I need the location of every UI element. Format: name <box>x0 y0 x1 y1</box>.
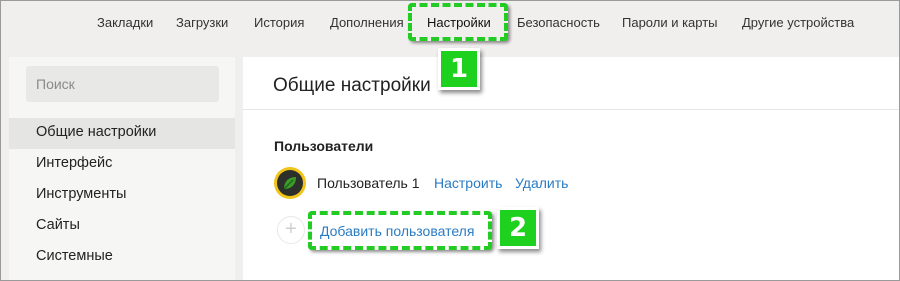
page-title: Общие настройки <box>273 75 431 96</box>
sidebar-item-general[interactable]: Общие настройки <box>9 118 235 149</box>
highlight-add-user <box>308 211 492 250</box>
highlight-settings-tab <box>408 3 508 41</box>
sidebar-item-sites[interactable]: Сайты <box>9 211 235 242</box>
nav-bookmarks[interactable]: Закладки <box>97 15 153 30</box>
search-input[interactable]: Поиск <box>26 66 219 102</box>
nav-passwords-cards[interactable]: Пароли и карты <box>622 15 718 30</box>
sidebar-item-interface[interactable]: Интерфейс <box>9 149 235 180</box>
user-name: Пользователь 1 <box>317 175 420 191</box>
plus-icon[interactable]: + <box>277 216 305 244</box>
step-badge-2: 2 <box>497 207 539 249</box>
nav-downloads[interactable]: Загрузки <box>176 15 228 30</box>
users-section-title: Пользователи <box>274 138 374 154</box>
leaf-avatar-icon <box>283 177 296 190</box>
configure-user-link[interactable]: Настроить <box>434 175 502 191</box>
nav-extensions[interactable]: Дополнения <box>330 15 404 30</box>
step-badge-1: 1 <box>438 48 480 90</box>
nav-other-devices[interactable]: Другие устройства <box>742 15 854 30</box>
sidebar-item-system[interactable]: Системные <box>9 242 235 273</box>
user-row: Пользователь 1 Настроить Удалить <box>274 167 674 199</box>
delete-user-link[interactable]: Удалить <box>515 175 568 191</box>
nav-security[interactable]: Безопасность <box>517 15 600 30</box>
sidebar-item-tools[interactable]: Инструменты <box>9 180 235 211</box>
nav-history[interactable]: История <box>254 15 304 30</box>
divider <box>243 109 900 110</box>
sidebar: Поиск Общие настройки Интерфейс Инструме… <box>9 57 235 281</box>
user-avatar[interactable] <box>274 167 306 199</box>
